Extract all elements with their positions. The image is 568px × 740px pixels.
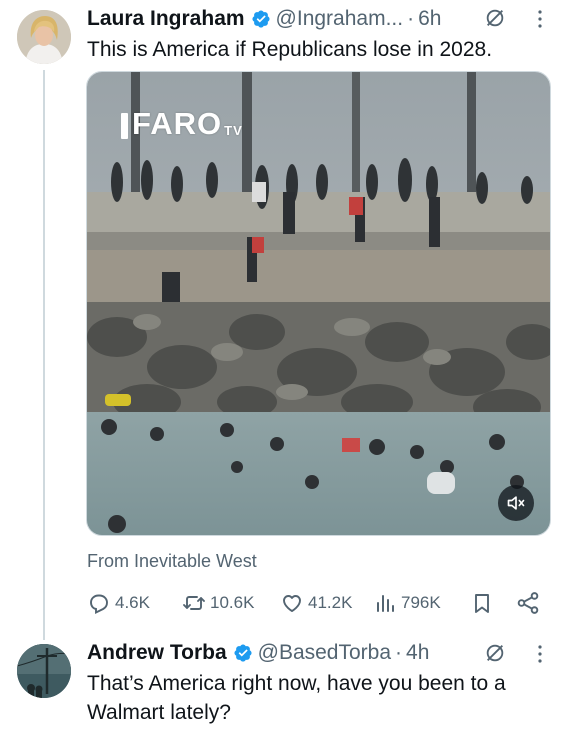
watermark-bar-icon [121,113,128,139]
retweet-icon [183,596,205,610]
author-handle[interactable]: @Ingraham... [276,7,404,31]
share-button[interactable] [515,589,545,617]
verified-badge-icon [252,10,270,28]
view-count: 796K [401,593,441,612]
tweet-timestamp[interactable]: 6h [418,7,441,31]
reply-author-handle[interactable]: @BasedTorba [258,641,391,665]
mute-button[interactable] [498,485,534,521]
bookmark-icon [475,594,489,613]
like-button[interactable]: 41.2K [280,589,352,617]
verified-badge-icon [234,644,252,662]
reply-count: 4.6K [115,593,150,612]
retweet-button[interactable]: 10.6K [182,589,254,617]
avatar-laura-ingraham[interactable] [17,10,71,64]
views-chart-icon [377,595,394,612]
tweet-text: This is America if Republicans lose in 2… [87,38,493,61]
bookmark-button[interactable] [470,589,498,617]
watermark-text: FARO [132,106,223,141]
reply-author-name[interactable]: Andrew Torba [87,641,227,665]
tweet-video[interactable]: FARO TV [86,71,551,536]
reply-timestamp[interactable]: 4h [406,641,429,665]
separator-dot: · [395,641,403,664]
reply-text: That’s America right now, have you been … [87,672,506,724]
reply-button[interactable]: 4.6K [87,589,150,617]
author-name[interactable]: Laura Ingraham [87,7,245,31]
reply-icon [90,594,108,615]
retweet-count: 10.6K [210,593,255,612]
faro-tv-watermark: FARO TV [121,106,243,142]
thread-connector-line [43,70,45,640]
video-source-attribution[interactable]: From Inevitable West [87,551,257,572]
speaker-muted-icon [507,496,525,510]
tweet-header: Laura Ingraham @Ingraham... · 6h [87,6,441,32]
views-button[interactable]: 796K [373,589,441,617]
heart-icon [283,595,301,612]
like-count: 41.2K [308,593,353,612]
separator-dot: · [407,7,415,30]
more-options-icon[interactable] [537,9,543,29]
grok-icon[interactable] [484,642,506,664]
grok-icon[interactable] [484,7,506,29]
reply-header: Andrew Torba @BasedTorba · 4h [87,640,429,666]
avatar-andrew-torba[interactable] [17,644,71,698]
tweet-action-bar: 4.6K 10.6K 41.2K 796K [87,589,547,617]
share-icon [517,592,539,614]
more-options-icon[interactable] [537,644,543,664]
watermark-suffix: TV [224,123,243,138]
